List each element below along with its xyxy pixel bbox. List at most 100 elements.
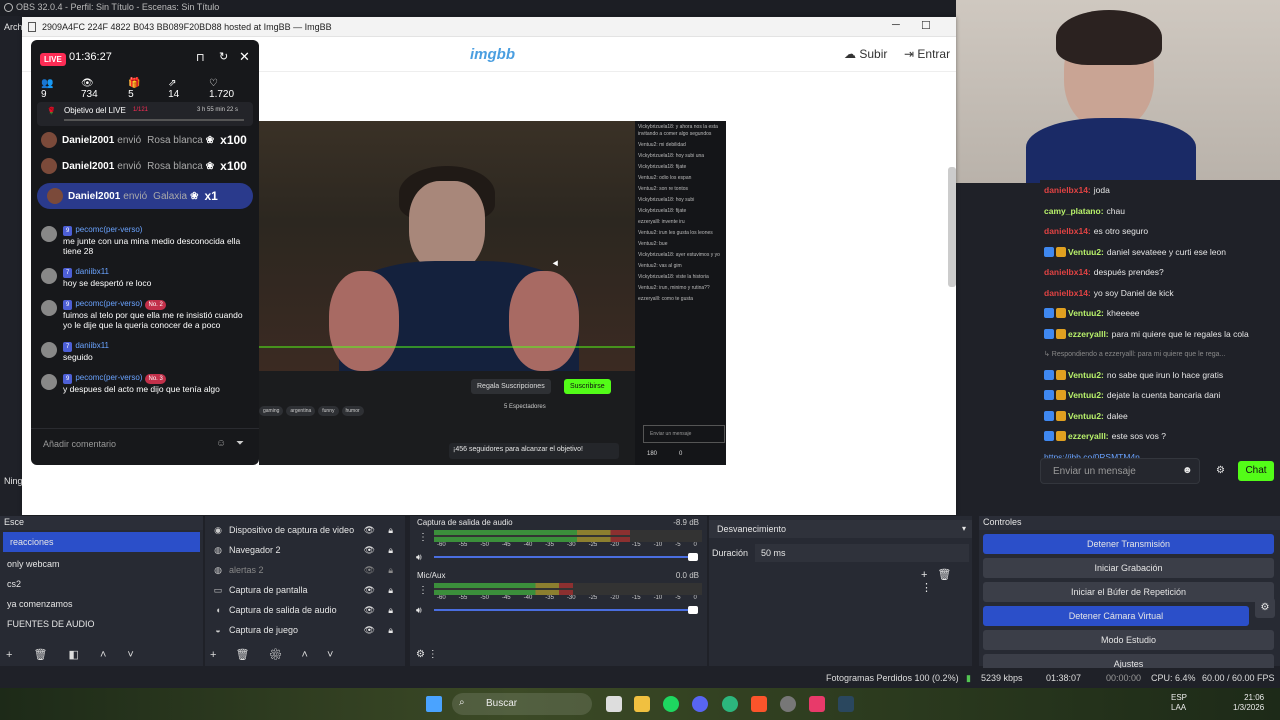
mixer-settings-icon[interactable]: ⚙ ⋮ [416, 649, 438, 660]
chat-send-button[interactable]: Chat [1238, 461, 1274, 481]
chat-user[interactable]: ezzeryalll: [1068, 329, 1109, 339]
comment-input[interactable]: Añadir comentario [43, 439, 116, 449]
emoji-icon[interactable]: ☺ [216, 438, 226, 449]
control-button[interactable]: Iniciar Grabación [983, 558, 1274, 578]
kebab-menu-icon[interactable]: ⋮ [418, 532, 428, 543]
eye-icon[interactable]: 👁 [364, 525, 375, 536]
volume-slider[interactable] [434, 553, 698, 561]
control-button[interactable]: Detener Cámara Virtual [983, 606, 1249, 626]
volume-handle[interactable] [688, 553, 698, 561]
volume-slider[interactable] [434, 606, 698, 614]
task-view-icon[interactable] [606, 696, 622, 712]
lock-icon[interactable]: 🔒︎ [388, 625, 393, 636]
comment-user[interactable]: pecomc(per-verso) [75, 373, 142, 382]
spotify-icon[interactable] [663, 696, 679, 712]
settings-gear-icon[interactable]: ⚙ [1216, 465, 1225, 476]
chat-user[interactable]: danielbx14: [1044, 185, 1091, 195]
scene-toolbar[interactable]: + 🗑 ◧ ˄ ˅ [6, 648, 143, 661]
comment-user[interactable]: pecomc(per-verso) [75, 225, 142, 234]
source-item[interactable]: ◒ Captura de juego 👁 🔒︎ [205, 620, 405, 640]
control-button[interactable]: Modo Estudio [983, 630, 1274, 650]
source-toolbar[interactable]: + 🗑 ⚙ ˄ ˅ [210, 648, 341, 661]
eye-icon[interactable]: 👁 [364, 625, 375, 636]
lock-icon[interactable]: 🔒︎ [388, 545, 393, 556]
filter-icon[interactable]: ⏷ [236, 438, 244, 449]
chat-user[interactable]: Ventuu2: [1068, 370, 1104, 380]
virtual-camera-settings-icon[interactable]: ⚙ [1255, 598, 1275, 618]
gift-subs-button[interactable]: Regala Suscripciones [471, 379, 551, 394]
eye-icon[interactable]: 👁 [364, 565, 375, 576]
refresh-icon[interactable]: ↻ [219, 50, 228, 63]
start-icon[interactable] [426, 696, 442, 712]
uploaded-image[interactable]: Vickybrizuela18: y ahora nos la esta inv… [259, 121, 726, 465]
eye-icon[interactable]: 👁 [364, 605, 375, 616]
comment-user[interactable]: daniibx11 [75, 267, 109, 276]
scene-item[interactable]: FUENTES DE AUDIO [0, 614, 203, 634]
lock-icon[interactable]: 🔒︎ [388, 585, 393, 596]
chat-user[interactable]: danielbx14: [1044, 288, 1091, 298]
tiktok-icon[interactable] [809, 696, 825, 712]
eye-icon[interactable]: 👁 [364, 585, 375, 596]
imgbb-logo[interactable]: imgbb [470, 46, 515, 63]
emoji-icon[interactable]: ☻ [1182, 465, 1193, 476]
minimize-button[interactable]: ─ [892, 19, 900, 31]
taskbar-search[interactable]: Buscar [452, 693, 592, 715]
chat-user[interactable]: danielbx14: [1044, 267, 1091, 277]
source-item[interactable]: ◖ Captura de salida de audio 👁 🔒︎ [205, 600, 405, 620]
subscribe-button[interactable]: Suscribirse [564, 379, 611, 394]
clock[interactable]: 21:06 1/3/2026 [1233, 693, 1264, 713]
speaker-icon[interactable]: 🔊︎ [416, 552, 422, 563]
duration-input[interactable]: 50 ms [755, 544, 969, 562]
stream-chat-line: Vickybrizuela18: fijate [638, 164, 687, 170]
gift-row: Daniel2001 envió Rosa blanca ❀ x100 [31, 153, 259, 179]
folder-icon[interactable] [634, 696, 650, 712]
transition-select[interactable]: Desvanecimiento [709, 520, 972, 538]
speaker-icon[interactable]: 🔊︎ [416, 605, 422, 616]
stream-chat-line: Vickybrizuela18: fijate [638, 208, 687, 214]
source-item[interactable]: ◉ Dispositivo de captura de video 👁 🔒︎ [205, 520, 405, 540]
chat-message-input[interactable]: Enviar un mensaje [1040, 458, 1200, 484]
lock-icon[interactable]: 🔒︎ [388, 605, 393, 616]
chat-user[interactable]: Ventuu2: [1068, 308, 1104, 318]
source-item[interactable]: ◍ Navegador 2 👁 🔒︎ [205, 540, 405, 560]
chat-user[interactable]: Ventuu2: [1068, 411, 1104, 421]
scene-item[interactable]: cs2 [0, 574, 203, 594]
volume-handle[interactable] [688, 606, 698, 614]
chat-user[interactable]: camy_platano: [1044, 206, 1104, 216]
stat-value: 9 [41, 89, 47, 100]
chat-user[interactable]: danielbx14: [1044, 226, 1091, 236]
obs-icon[interactable] [780, 696, 796, 712]
chevron-down-icon[interactable]: ▾ [962, 524, 966, 533]
scrollbar[interactable] [948, 167, 956, 287]
lock-icon[interactable]: 🔒︎ [388, 525, 393, 536]
control-button[interactable]: Detener Transmisión [983, 534, 1274, 554]
language[interactable]: ESP LAA [1171, 693, 1187, 713]
eye-icon[interactable]: 👁 [364, 545, 375, 556]
scene-item[interactable]: only webcam [0, 554, 203, 574]
transition-toolbar[interactable]: +🗑⋮ [921, 568, 972, 594]
comment-user[interactable]: pecomc(per-verso) [75, 299, 142, 308]
whatsapp-icon[interactable] [722, 696, 738, 712]
lock-icon[interactable]: 🔒︎ [388, 565, 393, 576]
scene-item[interactable]: reacciones [3, 532, 200, 552]
chat-user[interactable]: Ventuu2: [1068, 247, 1104, 257]
source-item[interactable]: ◍ alertas 2 👁 🔒︎ [205, 560, 405, 580]
control-button[interactable]: Iniciar el Búfer de Repetición [983, 582, 1274, 602]
comment-header: 7 daniibx11 [63, 340, 249, 352]
maximize-button[interactable]: ☐ [921, 19, 931, 32]
steam-icon[interactable] [838, 696, 854, 712]
lock-icon[interactable]: ⊓ [196, 51, 205, 64]
menu-cut[interactable]: Arch [4, 22, 23, 32]
scene-item[interactable]: ya comenzamos [0, 594, 203, 614]
chat-user[interactable]: ezzeryalll: [1068, 431, 1109, 441]
source-item[interactable]: ▭ Captura de pantalla 👁 🔒︎ [205, 580, 405, 600]
brave-icon[interactable] [751, 696, 767, 712]
kebab-menu-icon[interactable]: ⋮ [418, 585, 428, 596]
upload-link[interactable]: ☁ Subir [844, 47, 887, 61]
login-link[interactable]: ⇥ Entrar [904, 47, 950, 61]
chat-user[interactable]: Ventuu2: [1068, 390, 1104, 400]
crown-icon [1056, 369, 1066, 380]
discord-icon[interactable] [692, 696, 708, 712]
comment-user[interactable]: daniibx11 [75, 341, 109, 350]
close-icon[interactable]: ✕ [239, 49, 250, 65]
